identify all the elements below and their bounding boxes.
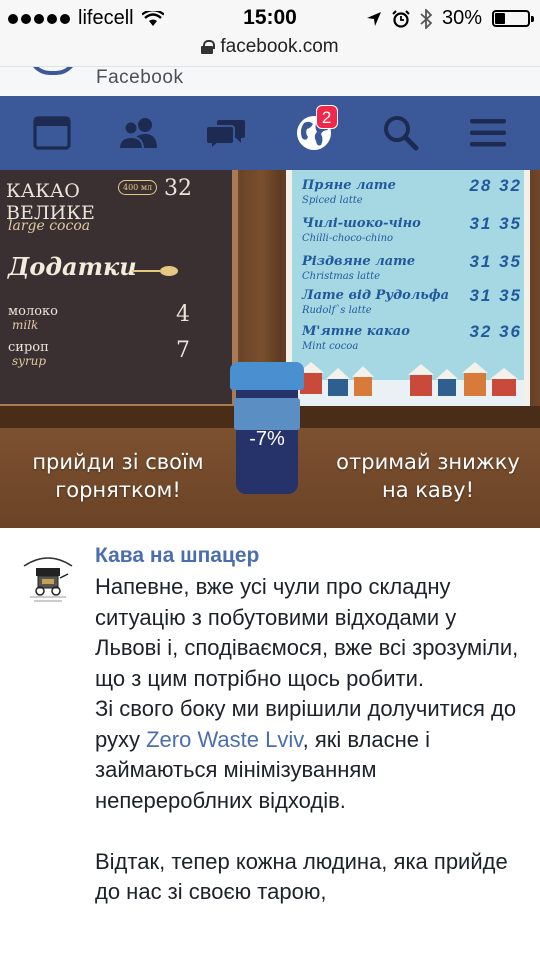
page-header-title: Facebook	[96, 67, 184, 88]
menu-item-english: Rudolf`s latte	[302, 305, 372, 316]
menu-row: Лате від Рудольфа Rudolf`s latte 31 35	[302, 286, 526, 316]
post-paragraph-1: Напевне, вже усі чули про складну ситуац…	[95, 574, 519, 691]
nav-menu-button[interactable]	[456, 103, 520, 163]
chalk-addon-1-price: 4	[176, 302, 190, 327]
top-navigation: 2	[0, 96, 540, 170]
caption-right-line-2: на каву!	[381, 478, 475, 502]
menu-item-price: 32 36	[469, 322, 522, 341]
search-icon	[383, 116, 419, 151]
nav-notifications-button[interactable]: 2	[282, 103, 346, 163]
menu-item-price: 28 32	[469, 176, 522, 195]
chalk-addon-1-en: milk	[12, 318, 39, 332]
discount-label: -7%	[249, 428, 285, 450]
menu-item-name: Пряне лате	[302, 178, 396, 193]
spoon-icon	[132, 266, 178, 276]
coffee-cart-logo-icon	[23, 557, 73, 602]
zero-waste-lviv-link[interactable]: Zero Waste Lviv	[146, 727, 302, 752]
menu-item-price: 31 35	[469, 286, 522, 305]
post: Кава на шпацер Напевне, вже усі чули про…	[0, 528, 540, 960]
nav-messages-button[interactable]	[194, 103, 258, 163]
status-bar: lifecell 15:00 30%	[0, 0, 540, 36]
chalk-item-size: 400 мл	[118, 180, 158, 195]
snowy-village-illustration	[292, 362, 524, 408]
address-bar[interactable]: facebook.com	[0, 36, 540, 66]
caption-left-line-1: прийди зі своїм	[32, 450, 204, 474]
facebook-logo-icon	[28, 67, 78, 75]
menu-item-english: Christmas latte	[302, 271, 381, 282]
page-header: Facebook	[0, 66, 540, 96]
caption-left: прийди зі своїм горнятком!	[18, 448, 218, 504]
printed-menu-board: Пряне лате Spiced latte 28 32 Чилі-шоко-…	[286, 170, 530, 414]
page-avatar[interactable]	[16, 544, 80, 608]
chalkboard-menu: КАКАО ВЕЛИКЕ large cocoa 400 мл 32 Додат…	[0, 170, 238, 410]
menu-row: Різдвяне лате Christmas latte 31 35	[302, 252, 526, 282]
chalk-addons-title: Додатки	[8, 252, 137, 281]
chalk-item-subtitle: large cocoa	[8, 218, 91, 234]
post-text: Напевне, вже усі чули про складну ситуац…	[95, 572, 525, 908]
menu-item-name: Різдвяне лате	[302, 254, 416, 269]
cup-band	[234, 398, 300, 430]
reusable-cup: -7%	[230, 362, 304, 496]
post-paragraph-2: Зі свого боку ми вирішили долучитися до …	[95, 694, 525, 816]
menu-item-price: 31 35	[469, 252, 522, 271]
caption-right-line-1: отримай знижку	[336, 450, 520, 474]
battery-icon	[492, 10, 534, 27]
messages-icon	[205, 120, 246, 150]
menu-item-english: Spiced latte	[302, 195, 363, 206]
nav-news-feed-button[interactable]	[20, 103, 84, 163]
location-arrow-icon	[366, 11, 381, 26]
menu-item-name: Чилі-шоко-чіно	[302, 216, 421, 231]
menu-item-english: Chilli-choco-chino	[302, 233, 394, 244]
menu-item-name: Лате від Рудольфа	[302, 288, 450, 303]
battery-percent: 30%	[441, 7, 482, 29]
nav-friends-button[interactable]	[107, 103, 171, 163]
hamburger-menu-icon	[470, 119, 507, 147]
lock-icon	[201, 40, 216, 54]
post-paragraph-3: Відтак, тепер кожна людина, яка прийде д…	[95, 848, 508, 905]
post-photo[interactable]: КАКАО ВЕЛИКЕ large cocoa 400 мл 32 Додат…	[0, 170, 540, 528]
menu-row: М'ятне какао Mint cocoa 32 36	[302, 322, 526, 352]
notification-badge: 2	[315, 105, 338, 129]
friends-icon	[117, 118, 157, 150]
caption-right: отримай знижку на каву!	[318, 448, 538, 504]
bluetooth-icon	[420, 8, 432, 29]
page-name-link[interactable]: Кава на шпацер	[95, 544, 259, 568]
chalk-addon-2: сироп	[8, 340, 49, 355]
battery-level	[495, 13, 506, 24]
chalk-addon-2-price: 7	[176, 338, 190, 363]
menu-item-price: 31 35	[469, 214, 522, 233]
nav-search-button[interactable]	[369, 103, 433, 163]
menu-row: Чилі-шоко-чіно Chilli-choco-chino 31 35	[302, 214, 526, 244]
menu-item-name: М'ятне какао	[302, 324, 410, 339]
news-feed-icon	[33, 116, 71, 150]
status-icons: 30%	[366, 7, 534, 30]
chalk-addon-1: молоко	[8, 304, 58, 319]
cup-lid	[230, 362, 304, 390]
url-text[interactable]: facebook.com	[220, 36, 338, 58]
caption-left-line-2: горнятком!	[55, 478, 181, 502]
alarm-icon	[392, 9, 410, 28]
chalk-item-price: 32	[164, 176, 192, 201]
chalk-addon-2-en: syrup	[12, 354, 47, 368]
menu-row: Пряне лате Spiced latte 28 32	[302, 176, 526, 206]
menu-item-english: Mint cocoa	[302, 341, 359, 352]
